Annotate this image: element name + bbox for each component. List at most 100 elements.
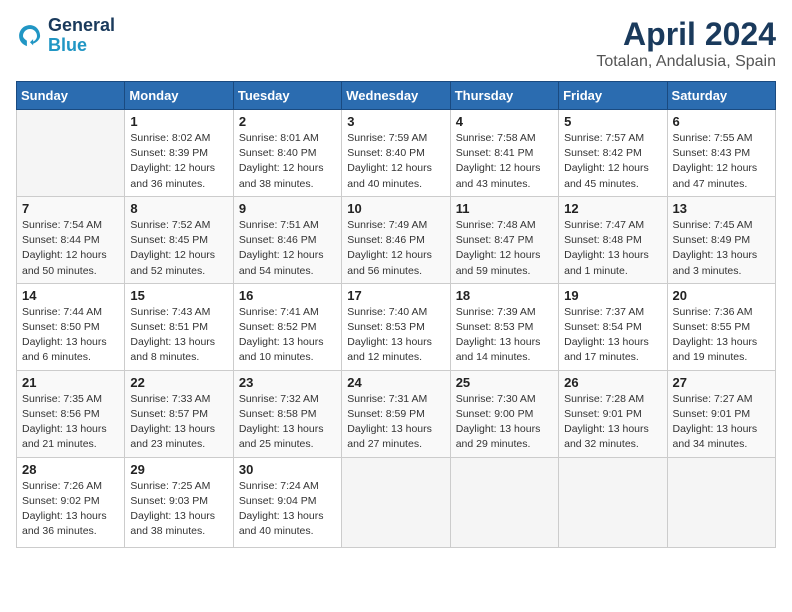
day-info: Sunrise: 7:31 AM Sunset: 8:59 PM Dayligh… [347,392,444,453]
day-cell: 3 Sunrise: 7:59 AM Sunset: 8:40 PM Daylig… [342,110,450,197]
header-row: SundayMondayTuesdayWednesdayThursdayFrid… [17,82,776,110]
day-cell: 30 Sunrise: 7:24 AM Sunset: 9:04 PM Dayli… [233,457,341,547]
day-cell: 13Sunrise: 7:45 AM Sunset: 8:49 PM Dayli… [667,196,775,283]
day-info: Sunrise: 8:01 AM Sunset: 8:40 PM Dayligh… [239,131,336,192]
day-cell: 17Sunrise: 7:40 AM Sunset: 8:53 PM Dayli… [342,283,450,370]
day-info: Sunrise: 7:47 AM Sunset: 8:48 PM Dayligh… [564,218,661,279]
day-info: Sunrise: 7:51 AM Sunset: 8:46 PM Dayligh… [239,218,336,279]
day-info: Sunrise: 7:48 AM Sunset: 8:47 PM Dayligh… [456,218,553,279]
day-cell: 24 Sunrise: 7:31 AM Sunset: 8:59 PM Dayli… [342,370,450,457]
day-number: 2 [239,114,336,129]
logo: General Blue [16,16,115,56]
day-number: 26 [564,375,661,390]
day-info: Sunrise: 7:52 AM Sunset: 8:45 PM Dayligh… [130,218,227,279]
day-cell: 22 Sunrise: 7:33 AM Sunset: 8:57 PM Dayli… [125,370,233,457]
day-info: Sunrise: 7:40 AM Sunset: 8:53 PM Dayligh… [347,305,444,366]
day-info: Sunrise: 7:28 AM Sunset: 9:01 PM Dayligh… [564,392,661,453]
month-title: April 2024 [596,16,776,53]
day-number: 10 [347,201,444,216]
day-number: 16 [239,288,336,303]
day-info: Sunrise: 7:55 AM Sunset: 8:43 PM Dayligh… [673,131,770,192]
day-cell: 14 Sunrise: 7:44 AM Sunset: 8:50 PM Dayli… [17,283,125,370]
day-number: 30 [239,462,336,477]
header: General Blue April 2024 Totalan, Andalus… [16,16,776,71]
col-header-wednesday: Wednesday [342,82,450,110]
day-number: 19 [564,288,661,303]
day-info: Sunrise: 7:45 AM Sunset: 8:49 PM Dayligh… [673,218,770,279]
day-info: Sunrise: 7:59 AM Sunset: 8:40 PM Dayligh… [347,131,444,192]
day-info: Sunrise: 7:24 AM Sunset: 9:04 PM Dayligh… [239,479,336,540]
day-info: Sunrise: 7:25 AM Sunset: 9:03 PM Dayligh… [130,479,227,540]
week-row-1: 1 Sunrise: 8:02 AM Sunset: 8:39 PM Daylig… [17,110,776,197]
day-number: 12 [564,201,661,216]
day-number: 28 [22,462,119,477]
day-number: 27 [673,375,770,390]
day-info: Sunrise: 7:35 AM Sunset: 8:56 PM Dayligh… [22,392,119,453]
day-info: Sunrise: 7:43 AM Sunset: 8:51 PM Dayligh… [130,305,227,366]
day-cell: 19Sunrise: 7:37 AM Sunset: 8:54 PM Dayli… [559,283,667,370]
day-cell: 4Sunrise: 7:58 AM Sunset: 8:41 PM Daylig… [450,110,558,197]
col-header-tuesday: Tuesday [233,82,341,110]
day-number: 4 [456,114,553,129]
day-number: 11 [456,201,553,216]
day-number: 24 [347,375,444,390]
day-number: 6 [673,114,770,129]
week-row-5: 28 Sunrise: 7:26 AM Sunset: 9:02 PM Dayli… [17,457,776,547]
day-cell: 10 Sunrise: 7:49 AM Sunset: 8:46 PM Dayli… [342,196,450,283]
day-cell [17,110,125,197]
day-cell [342,457,450,547]
day-cell [667,457,775,547]
day-cell: 1 Sunrise: 8:02 AM Sunset: 8:39 PM Daylig… [125,110,233,197]
week-row-3: 14 Sunrise: 7:44 AM Sunset: 8:50 PM Dayli… [17,283,776,370]
day-number: 20 [673,288,770,303]
day-cell: 15 Sunrise: 7:43 AM Sunset: 8:51 PM Dayli… [125,283,233,370]
day-number: 23 [239,375,336,390]
day-info: Sunrise: 7:54 AM Sunset: 8:44 PM Dayligh… [22,218,119,279]
day-number: 8 [130,201,227,216]
day-info: Sunrise: 7:30 AM Sunset: 9:00 PM Dayligh… [456,392,553,453]
day-info: Sunrise: 7:39 AM Sunset: 8:53 PM Dayligh… [456,305,553,366]
title-area: April 2024 Totalan, Andalusia, Spain [596,16,776,71]
day-number: 15 [130,288,227,303]
day-number: 3 [347,114,444,129]
day-cell: 2 Sunrise: 8:01 AM Sunset: 8:40 PM Daylig… [233,110,341,197]
col-header-friday: Friday [559,82,667,110]
day-number: 21 [22,375,119,390]
logo-text-block: General Blue [48,16,115,56]
day-cell [450,457,558,547]
day-cell: 28 Sunrise: 7:26 AM Sunset: 9:02 PM Dayli… [17,457,125,547]
day-cell: 11 Sunrise: 7:48 AM Sunset: 8:47 PM Dayli… [450,196,558,283]
week-row-2: 7 Sunrise: 7:54 AM Sunset: 8:44 PM Daylig… [17,196,776,283]
day-cell: 23Sunrise: 7:32 AM Sunset: 8:58 PM Dayli… [233,370,341,457]
col-header-thursday: Thursday [450,82,558,110]
day-number: 7 [22,201,119,216]
logo-blue: Blue [48,35,87,55]
day-number: 29 [130,462,227,477]
day-cell: 21 Sunrise: 7:35 AM Sunset: 8:56 PM Dayli… [17,370,125,457]
calendar-table: SundayMondayTuesdayWednesdayThursdayFrid… [16,81,776,548]
day-number: 9 [239,201,336,216]
col-header-sunday: Sunday [17,82,125,110]
day-cell: 8 Sunrise: 7:52 AM Sunset: 8:45 PM Daylig… [125,196,233,283]
day-number: 5 [564,114,661,129]
day-info: Sunrise: 7:57 AM Sunset: 8:42 PM Dayligh… [564,131,661,192]
day-info: Sunrise: 8:02 AM Sunset: 8:39 PM Dayligh… [130,131,227,192]
day-info: Sunrise: 7:33 AM Sunset: 8:57 PM Dayligh… [130,392,227,453]
day-cell: 5 Sunrise: 7:57 AM Sunset: 8:42 PM Daylig… [559,110,667,197]
location-title: Totalan, Andalusia, Spain [596,53,776,71]
week-row-4: 21 Sunrise: 7:35 AM Sunset: 8:56 PM Dayli… [17,370,776,457]
day-cell: 20 Sunrise: 7:36 AM Sunset: 8:55 PM Dayli… [667,283,775,370]
day-cell: 29 Sunrise: 7:25 AM Sunset: 9:03 PM Dayli… [125,457,233,547]
day-number: 14 [22,288,119,303]
day-info: Sunrise: 7:41 AM Sunset: 8:52 PM Dayligh… [239,305,336,366]
day-info: Sunrise: 7:36 AM Sunset: 8:55 PM Dayligh… [673,305,770,366]
day-number: 1 [130,114,227,129]
logo-icon [16,22,44,50]
day-info: Sunrise: 7:44 AM Sunset: 8:50 PM Dayligh… [22,305,119,366]
day-info: Sunrise: 7:49 AM Sunset: 8:46 PM Dayligh… [347,218,444,279]
day-info: Sunrise: 7:26 AM Sunset: 9:02 PM Dayligh… [22,479,119,540]
col-header-saturday: Saturday [667,82,775,110]
day-number: 22 [130,375,227,390]
day-cell: 16 Sunrise: 7:41 AM Sunset: 8:52 PM Dayli… [233,283,341,370]
day-number: 18 [456,288,553,303]
